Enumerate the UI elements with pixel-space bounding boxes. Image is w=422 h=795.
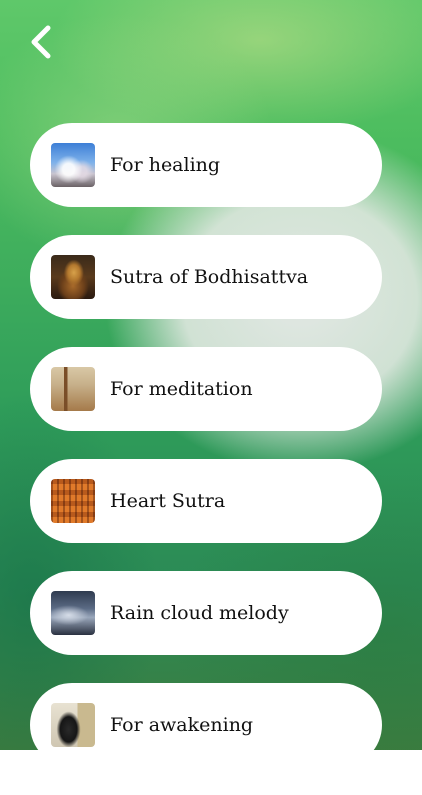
list-item-bodhisattva[interactable]: Sutra of Bodhisattva — [30, 235, 382, 319]
list-item-rain-cloud[interactable]: Rain cloud melody — [30, 571, 382, 655]
list-item-label: For healing — [110, 154, 221, 176]
healing-thumbnail — [51, 143, 95, 187]
bodhisattva-thumbnail — [51, 255, 95, 299]
list-item-label: Rain cloud melody — [110, 602, 289, 624]
awakening-thumbnail — [51, 703, 95, 747]
list-item-label: For meditation — [110, 378, 253, 400]
meditation-thumbnail — [51, 367, 95, 411]
sound-list: For healing Sutra of Bodhisattva For med… — [30, 123, 382, 795]
rain-cloud-thumbnail — [51, 591, 95, 635]
chevron-left-icon — [31, 25, 51, 59]
list-item-meditation[interactable]: For meditation — [30, 347, 382, 431]
list-item-healing[interactable]: For healing — [30, 123, 382, 207]
list-item-awakening[interactable]: For awakening — [30, 683, 382, 767]
list-item-heart-sutra[interactable]: Heart Sutra — [30, 459, 382, 543]
list-item-label: Sutra of Bodhisattva — [110, 266, 309, 288]
list-item-label: For awakening — [110, 714, 254, 736]
heart-sutra-thumbnail — [51, 479, 95, 523]
list-item-label: Heart Sutra — [110, 490, 226, 512]
back-button[interactable] — [20, 20, 60, 64]
